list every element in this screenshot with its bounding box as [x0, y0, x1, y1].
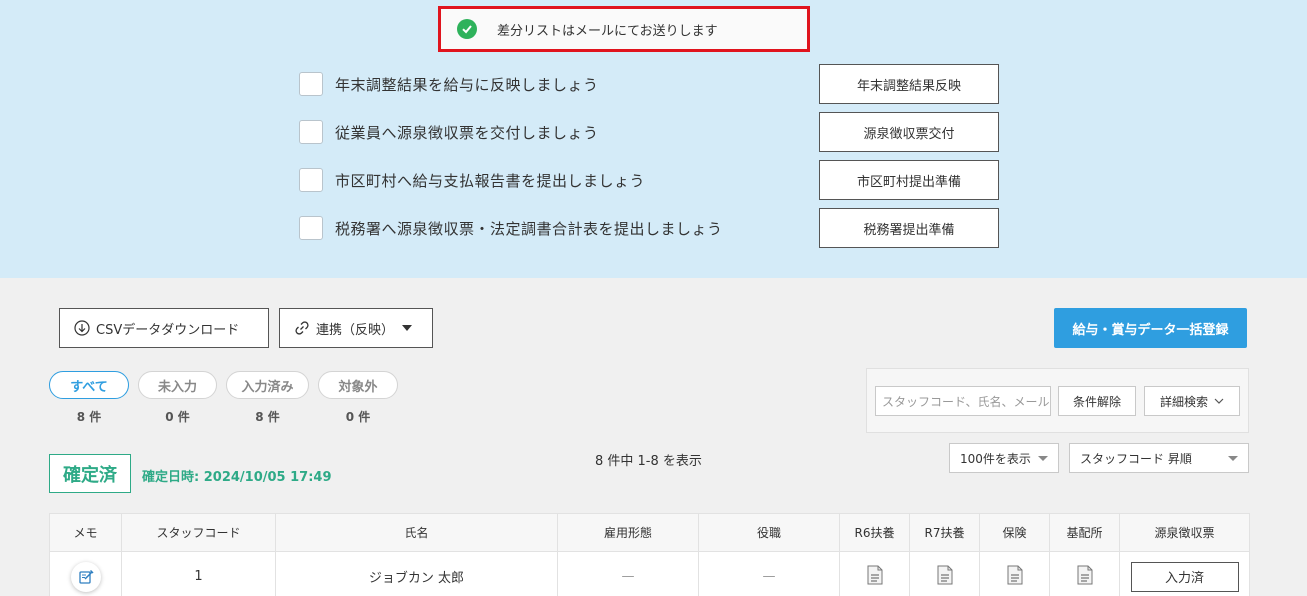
per-page-value: 100件を表示: [960, 451, 1031, 466]
tax-office-prep-button[interactable]: 税務署提出準備: [819, 208, 999, 248]
document-icon[interactable]: [1007, 565, 1023, 589]
task-checkbox[interactable]: [299, 216, 323, 240]
memo-cell: [49, 551, 122, 596]
col-r7-dependents: R7扶養: [909, 513, 980, 552]
filter-tab-not-entered[interactable]: 未入力: [138, 371, 217, 399]
csv-download-button[interactable]: CSVデータダウンロード: [59, 308, 269, 348]
filter-count-entered: 8 件: [255, 410, 280, 424]
check-circle-icon: [457, 19, 477, 39]
caret-down-icon: [402, 325, 413, 331]
task-label: 市区町村へ給与支払報告書を提出しましょう: [335, 171, 646, 190]
notification-toast: 差分リストはメールにてお送りします: [438, 6, 810, 52]
filter-count-not-entered: 0 件: [165, 410, 190, 424]
csv-download-label: CSVデータダウンロード: [96, 322, 240, 338]
link-icon: [294, 320, 310, 336]
table-row: 1 ジョブカン 太郎 — — 入力済: [49, 551, 1250, 596]
caret-down-icon: [1038, 455, 1048, 461]
filter-tab-excluded[interactable]: 対象外: [318, 371, 398, 399]
basic-spouse-cell: [1049, 551, 1120, 596]
staff-name-cell[interactable]: ジョブカン 太郎: [275, 551, 558, 596]
staff-code-cell: 1: [121, 551, 276, 596]
detail-search-label: 詳細検索: [1159, 394, 1208, 409]
col-name[interactable]: 氏名: [275, 513, 558, 552]
col-basic-spouse: 基配所: [1049, 513, 1120, 552]
memo-edit-icon[interactable]: [70, 561, 101, 592]
position-cell: —: [698, 551, 840, 596]
confirmed-status-badge: 確定済: [49, 454, 131, 493]
document-icon[interactable]: [937, 565, 953, 589]
col-r6-dependents: R6扶養: [839, 513, 910, 552]
task-checkbox[interactable]: [299, 120, 323, 144]
per-page-select[interactable]: 100件を表示: [949, 443, 1059, 473]
withholding-issue-button[interactable]: 源泉徴収票交付: [819, 112, 999, 152]
entered-button[interactable]: 入力済: [1130, 561, 1239, 592]
col-memo: メモ: [49, 513, 122, 552]
task-checkbox[interactable]: [299, 72, 323, 96]
sort-value: スタッフコード 昇順: [1080, 451, 1192, 466]
link-reflect-label: 連携（反映）: [316, 322, 395, 338]
r6-dependents-cell: [839, 551, 910, 596]
download-icon: [74, 320, 90, 336]
col-employment: 雇用形態: [557, 513, 699, 552]
employment-cell: —: [557, 551, 699, 596]
filter-tab-entered[interactable]: 入力済み: [226, 371, 309, 399]
task-row-issue: 従業員へ源泉徴収票を交付しましょう: [299, 120, 599, 144]
task-label: 年末調整結果を給与に反映しましょう: [335, 75, 599, 94]
filter-tab-all[interactable]: すべて: [49, 371, 129, 399]
confirmed-date: 確定日時: 2024/10/05 17:49: [142, 470, 332, 485]
col-staff-code[interactable]: スタッフコード: [121, 513, 276, 552]
chevron-down-icon: [1214, 398, 1224, 404]
detail-search-button[interactable]: 詳細検索: [1144, 386, 1240, 416]
table-header-row: メモ スタッフコード 氏名 雇用形態 役職 R6扶養 R7扶養 保険 基配所 源…: [49, 513, 1250, 552]
link-reflect-dropdown[interactable]: 連携（反映）: [279, 308, 433, 348]
task-row-municipal: 市区町村へ給与支払報告書を提出しましょう: [299, 168, 645, 192]
task-label: 税務署へ源泉徴収票・法定調書合計表を提出しましょう: [335, 219, 723, 238]
task-checkbox[interactable]: [299, 168, 323, 192]
withholding-cell: 入力済: [1119, 551, 1250, 596]
municipal-prep-button[interactable]: 市区町村提出準備: [819, 160, 999, 200]
filter-count-all: 8 件: [76, 410, 102, 424]
toast-message: 差分リストはメールにてお送りします: [497, 23, 718, 39]
sort-select[interactable]: スタッフコード 昇順: [1069, 443, 1249, 473]
r7-dependents-cell: [909, 551, 980, 596]
task-row-tax-office: 税務署へ源泉徴収票・法定調書合計表を提出しましょう: [299, 216, 723, 240]
search-input[interactable]: スタッフコード、氏名、メールアドレス: [875, 386, 1051, 416]
document-icon[interactable]: [867, 565, 883, 589]
staff-table: メモ スタッフコード 氏名 雇用形態 役職 R6扶養 R7扶養 保険 基配所 源…: [49, 513, 1250, 596]
result-count: 8 件中 1-8 を表示: [595, 454, 702, 469]
task-label: 従業員へ源泉徴収票を交付しましょう: [335, 123, 599, 142]
bulk-register-button[interactable]: 給与・賞与データ一括登録: [1054, 308, 1247, 348]
insurance-cell: [979, 551, 1050, 596]
col-withholding: 源泉徴収票: [1119, 513, 1250, 552]
caret-down-icon: [1228, 455, 1238, 461]
document-icon[interactable]: [1077, 565, 1093, 589]
task-row-reflect: 年末調整結果を給与に反映しましょう: [299, 72, 599, 96]
col-position: 役職: [698, 513, 840, 552]
year-end-reflect-button[interactable]: 年末調整結果反映: [819, 64, 999, 104]
clear-conditions-button[interactable]: 条件解除: [1058, 386, 1136, 416]
col-insurance: 保険: [979, 513, 1050, 552]
filter-count-excluded: 0 件: [345, 410, 371, 424]
